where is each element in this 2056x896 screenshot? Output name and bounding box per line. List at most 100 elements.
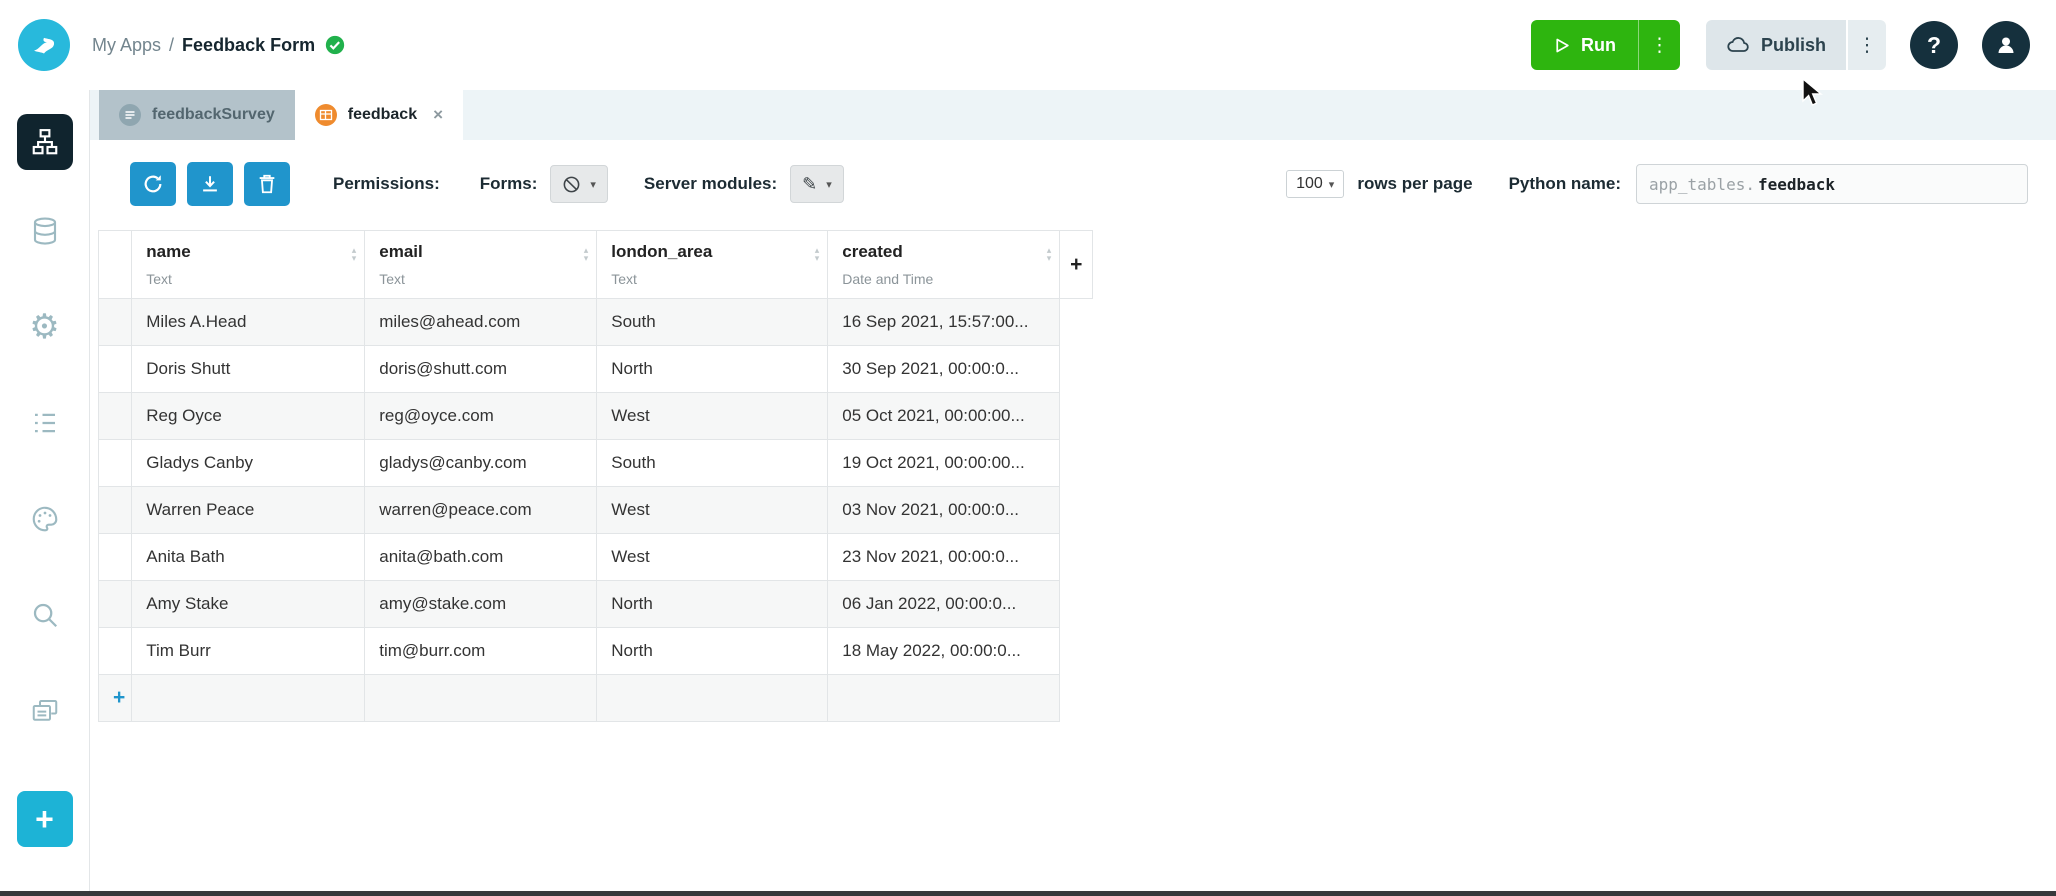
user-icon <box>1998 37 2014 53</box>
table-row: Tim Burr tim@burr.com North 18 May 2022, 00… <box>97 627 1093 675</box>
cell-name[interactable]: Gladys Canby <box>131 439 366 487</box>
sidebar-item-outline[interactable] <box>30 406 60 440</box>
empty-cell-london_area[interactable] <box>596 674 829 722</box>
cell-email[interactable]: amy@stake.com <box>364 580 598 628</box>
table-row: Amy Stake amy@stake.com North 06 Jan 2022, … <box>97 580 1093 628</box>
breadcrumb-app-name[interactable]: Feedback Form <box>182 35 315 56</box>
table-row: Doris Shutt doris@shutt.com North 30 Sep 20… <box>97 345 1093 393</box>
row-handle[interactable] <box>97 486 133 534</box>
table-row: Miles A.Head miles@ahead.com South 16 Sep 2… <box>97 298 1093 346</box>
cell-london_area[interactable]: North <box>596 627 829 675</box>
row-handle[interactable] <box>97 345 133 393</box>
cell-email[interactable]: reg@oyce.com <box>364 392 598 440</box>
export-button[interactable] <box>187 162 233 206</box>
cell-london_area[interactable]: West <box>596 486 829 534</box>
cell-email[interactable]: tim@burr.com <box>364 627 598 675</box>
cell-email[interactable]: miles@ahead.com <box>364 298 598 346</box>
cell-london_area[interactable]: South <box>596 298 829 346</box>
tab-feedbacksurvey[interactable]: feedbackSurvey <box>99 90 295 140</box>
cell-created[interactable]: 03 Nov 2021, 00:00:0... <box>827 486 1061 534</box>
publish-options-button[interactable]: ⋮ <box>1848 20 1886 70</box>
row-handle[interactable] <box>97 533 133 581</box>
sidebar-item-theme[interactable] <box>30 502 60 536</box>
column-header-name[interactable]: name Text ▴ ▾ <box>131 230 366 299</box>
cell-london_area[interactable]: West <box>596 392 829 440</box>
row-handle[interactable] <box>97 580 133 628</box>
cell-name[interactable]: Amy Stake <box>131 580 366 628</box>
forms-permission-dropdown[interactable]: ▾ <box>550 165 608 203</box>
cell-london_area[interactable]: South <box>596 439 829 487</box>
cell-name[interactable]: Miles A.Head <box>131 298 366 346</box>
cell-name[interactable]: Reg Oyce <box>131 392 366 440</box>
tab-label: feedbackSurvey <box>152 106 275 123</box>
sidebar-item-search[interactable] <box>30 598 60 632</box>
add-row-button[interactable]: + <box>113 686 125 710</box>
cell-created[interactable]: 05 Oct 2021, 00:00:00... <box>827 392 1061 440</box>
column-header-email[interactable]: email Text ▴ ▾ <box>364 230 598 299</box>
delete-table-button[interactable] <box>244 162 290 206</box>
empty-cell-name[interactable] <box>131 674 366 722</box>
cell-name[interactable]: Anita Bath <box>131 533 366 581</box>
close-tab-icon[interactable]: × <box>433 105 443 125</box>
sort-icon[interactable]: ▴ ▾ <box>352 247 357 264</box>
cell-email[interactable]: gladys@canby.com <box>364 439 598 487</box>
row-handle[interactable] <box>97 298 133 346</box>
run-button[interactable]: Run ⋮ <box>1530 20 1680 70</box>
plus-icon: + <box>35 800 54 837</box>
refresh-button[interactable] <box>130 162 176 206</box>
run-options-button[interactable]: ⋮ <box>1637 20 1680 70</box>
publish-button[interactable]: Publish <box>1705 20 1846 70</box>
pencil-icon: ✎ <box>802 173 818 195</box>
cell-created[interactable]: 23 Nov 2021, 00:00:0... <box>827 533 1061 581</box>
rows-per-page-select[interactable]: 100 ▾ <box>1286 170 1345 198</box>
python-name-prefix: app_tables. <box>1649 174 1755 194</box>
cell-london_area[interactable]: North <box>596 580 829 628</box>
data-table-icon <box>314 104 337 126</box>
empty-cell-created[interactable] <box>827 674 1061 722</box>
cell-email[interactable]: warren@peace.com <box>364 486 598 534</box>
cloud-icon <box>1727 37 1749 52</box>
cell-created[interactable]: 16 Sep 2021, 15:57:00... <box>827 298 1061 346</box>
row-handle[interactable] <box>97 627 133 675</box>
sidebar-item-data-tables[interactable] <box>30 214 60 248</box>
add-new-button[interactable]: + <box>16 791 73 847</box>
sidebar-item-settings[interactable]: ⚙ <box>29 310 59 344</box>
row-handle[interactable] <box>97 392 133 440</box>
sort-icon[interactable]: ▴ ▾ <box>1047 247 1052 264</box>
help-button[interactable]: ? <box>1910 21 1958 69</box>
cell-name[interactable]: Tim Burr <box>131 627 366 675</box>
table-toolbar: Permissions: Forms: ▾ Server modules: ✎ … <box>90 140 2056 226</box>
permissions-label: Permissions: <box>333 174 440 193</box>
account-button[interactable] <box>1982 21 2030 69</box>
tab-feedback[interactable]: feedback × <box>294 90 464 140</box>
cell-created[interactable]: 18 May 2022, 00:00:0... <box>827 627 1061 675</box>
sidebar-item-dependencies[interactable] <box>30 694 60 728</box>
trash-icon <box>259 174 275 194</box>
download-icon <box>203 176 217 192</box>
breadcrumb-my-apps[interactable]: My Apps <box>92 35 161 56</box>
cell-email[interactable]: anita@bath.com <box>364 533 598 581</box>
stacked-cards-icon <box>32 700 57 721</box>
column-header-london_area[interactable]: london_area Text ▴ ▾ <box>596 230 829 299</box>
sort-icon[interactable]: ▴ ▾ <box>815 247 820 264</box>
add-column-button[interactable]: + <box>1059 230 1094 299</box>
cell-name[interactable]: Warren Peace <box>131 486 366 534</box>
server-modules-permission-dropdown[interactable]: ✎ ▾ <box>790 165 844 203</box>
cell-london_area[interactable]: North <box>596 345 829 393</box>
python-name-value[interactable]: feedback <box>1758 175 1835 194</box>
row-handle[interactable] <box>97 439 133 487</box>
anvil-logo[interactable] <box>18 19 70 71</box>
empty-cell-email[interactable] <box>364 674 598 722</box>
cell-name[interactable]: Doris Shutt <box>131 345 366 393</box>
cell-created[interactable]: 19 Oct 2021, 00:00:00... <box>827 439 1061 487</box>
chevron-down-icon: ▾ <box>826 177 832 191</box>
toolbar-right-group: 100 ▾ rows per page Python name: app_tab… <box>1286 164 2028 204</box>
column-header-created[interactable]: created Date and Time ▴ ▾ <box>827 230 1061 299</box>
sort-icon[interactable]: ▴ ▾ <box>584 247 589 264</box>
cell-created[interactable]: 06 Jan 2022, 00:00:0... <box>827 580 1061 628</box>
app-browser-button[interactable] <box>16 114 73 170</box>
cell-created[interactable]: 30 Sep 2021, 00:00:0... <box>827 345 1061 393</box>
cell-london_area[interactable]: West <box>596 533 829 581</box>
cell-email[interactable]: doris@shutt.com <box>364 345 598 393</box>
python-name-input[interactable]: app_tables. feedback <box>1636 164 2028 204</box>
